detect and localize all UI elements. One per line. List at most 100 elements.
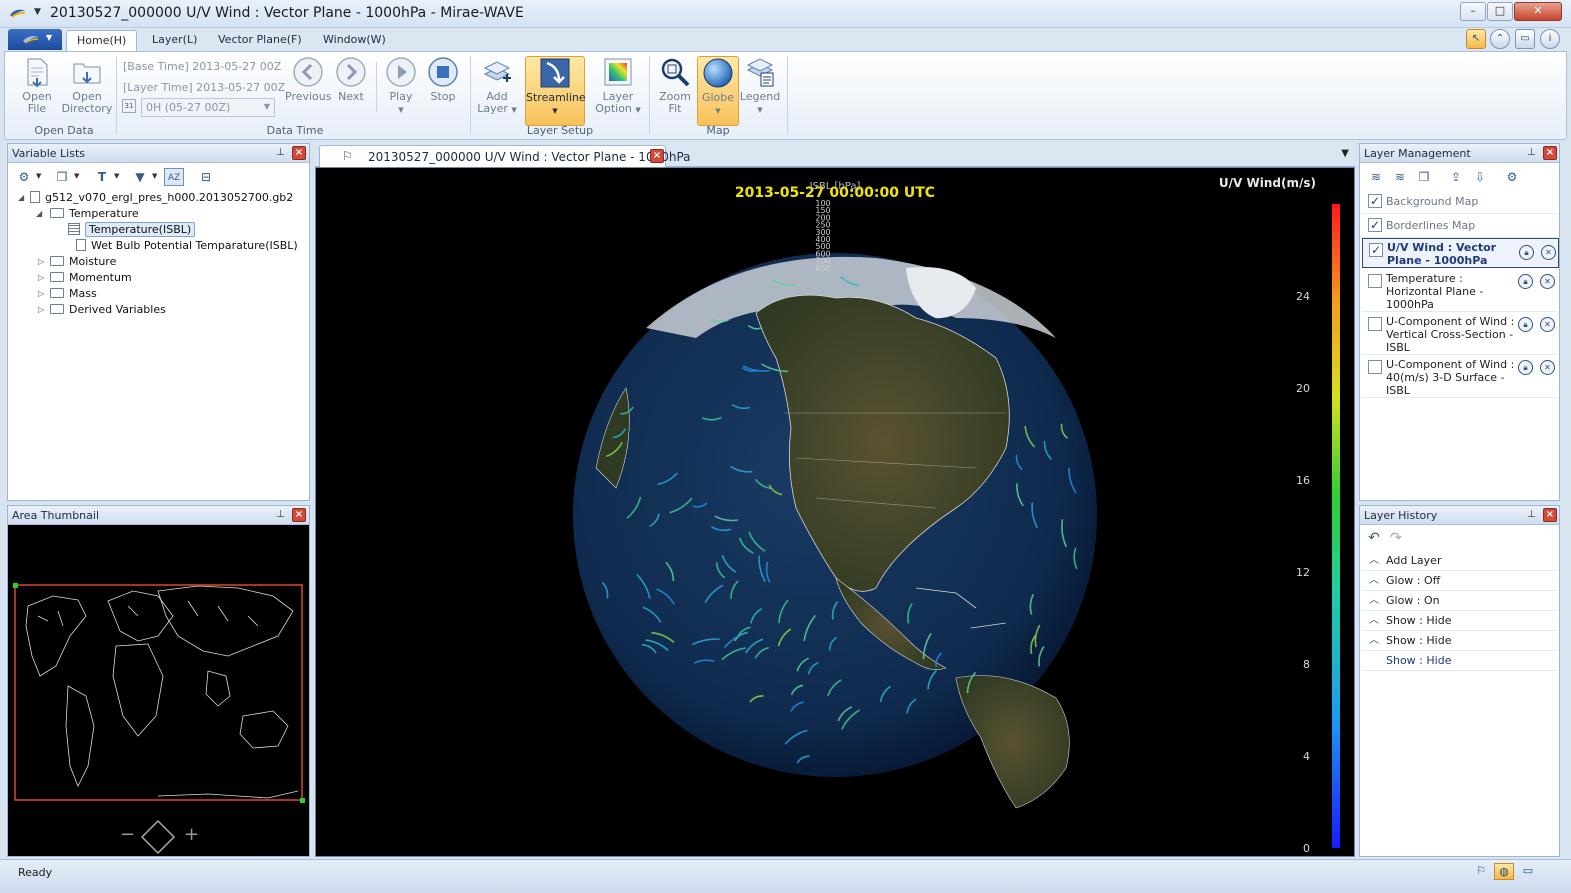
close-panel-button[interactable]: ×	[1543, 508, 1557, 522]
lock-icon[interactable]: 🔒︎	[1518, 360, 1533, 375]
lock-icon[interactable]: 🔒︎	[1519, 245, 1534, 260]
history-item[interactable]: ︿ Glow : Off	[1362, 571, 1557, 591]
pin-icon[interactable]: ⊥	[1527, 509, 1536, 520]
close-panel-button[interactable]: ×	[1543, 146, 1557, 160]
layer-row-background-map[interactable]: ✓ Background Map	[1362, 190, 1557, 214]
layer-row-u-wind-3d-surface[interactable]: U-Component of Wind : 40(m/s) 3-D Surfac…	[1362, 356, 1557, 398]
remove-layer-icon[interactable]: ✕	[1540, 274, 1555, 289]
tree-folder-momentum[interactable]: ▷ Momentum	[36, 270, 132, 286]
collapse-icon[interactable]: ◢	[18, 190, 24, 206]
layer-visibility-checkbox[interactable]	[1368, 360, 1382, 374]
layer-visibility-checkbox[interactable]: ✓	[1368, 218, 1382, 232]
tree-file-node[interactable]: ◢ g512_v070_ergl_pres_h000.2013052700.gb…	[18, 190, 293, 206]
pin-icon[interactable]: ⊥	[276, 509, 285, 520]
info-icon[interactable]: i	[1540, 29, 1560, 49]
history-item[interactable]: ︿ Show : Hide	[1362, 611, 1557, 631]
maximize-button[interactable]: □	[1487, 2, 1513, 21]
layer-row-uv-wind[interactable]: ✓ U/V Wind : Vector Plane - 1000hPa 🔒︎ ✕	[1362, 238, 1559, 268]
zoom-fit-button[interactable]: Zoom Fit	[653, 56, 697, 126]
globe-viewport[interactable]: 2013-05-27 00:00:00 UTC ISBL [hPa] 100 15…	[315, 167, 1355, 857]
tree-folder-derived-variables[interactable]: ▷ Derived Variables	[36, 302, 166, 318]
expand-icon[interactable]: ▷	[38, 254, 44, 270]
document-tab[interactable]: ⚐ 20130527_000000 U/V Wind : Vector Plan…	[319, 145, 691, 167]
layer-settings-icon[interactable]: ⚙	[1502, 168, 1522, 186]
close-panel-button[interactable]: ×	[292, 508, 306, 522]
expand-icon[interactable]: ▷	[38, 270, 44, 286]
layer-copy-icon[interactable]: ❐	[1414, 168, 1434, 186]
viewport-handle[interactable]	[13, 583, 18, 588]
globe-scene[interactable]: 2013-05-27 00:00:00 UTC ISBL [hPa] 10015…	[316, 168, 1354, 856]
expand-icon[interactable]: ▷	[38, 286, 44, 302]
filter-icon[interactable]: ▼	[130, 168, 150, 186]
chevron-down-icon[interactable]: ▼	[114, 172, 119, 180]
history-item[interactable]: ︿ Show : Hide	[1362, 631, 1557, 651]
play-button[interactable]: Play ▼	[381, 56, 421, 126]
remove-layer-icon[interactable]: ✕	[1540, 360, 1555, 375]
tree-folder-mass[interactable]: ▷ Mass	[36, 286, 97, 302]
tree-folder-moisture[interactable]: ▷ Moisture	[36, 254, 116, 270]
streamline-button[interactable]: Streamline ▼	[525, 56, 586, 126]
text-format-icon[interactable]: T	[92, 168, 112, 186]
lock-icon[interactable]: 🔒︎	[1518, 317, 1533, 332]
application-menu-button[interactable]: ▼	[8, 29, 62, 50]
close-window-button[interactable]: ✕	[1514, 2, 1562, 21]
stop-button[interactable]: Stop	[423, 56, 463, 126]
tab-layer[interactable]: Layer(L)	[142, 30, 207, 51]
history-item[interactable]: ︿ Glow : On	[1362, 591, 1557, 611]
chevron-down-icon[interactable]: ▼	[74, 172, 79, 180]
layer-row-u-wind-cross-section[interactable]: U-Component of Wind : Vertical Cross-Sec…	[1362, 313, 1557, 355]
tree-variable-wet-bulb[interactable]: Wet Bulb Potential Temparature(ISBL)	[76, 238, 298, 254]
pan-direction-icon[interactable]	[140, 819, 176, 855]
thumbnail-world-map[interactable]	[8, 526, 309, 856]
pin-icon[interactable]: ⊥	[1527, 147, 1536, 158]
tree-folder-temperature[interactable]: ◢ Temperature	[36, 206, 139, 222]
calendar-icon[interactable]: 31	[122, 99, 136, 113]
legend-button[interactable]: Legend ▼	[739, 56, 781, 126]
collapse-ribbon-icon[interactable]: ⌃	[1490, 29, 1510, 49]
clear-filter-icon[interactable]: ⊟	[196, 168, 216, 186]
next-button[interactable]: Next	[331, 56, 371, 126]
viewport-handle[interactable]	[300, 798, 305, 803]
pointer-mode-icon[interactable]: ↖	[1466, 29, 1486, 49]
undo-icon[interactable]: ↶	[1364, 529, 1384, 547]
layer-move-up-icon[interactable]: ⇪	[1446, 168, 1466, 186]
layer-visibility-checkbox[interactable]	[1368, 274, 1382, 288]
pin-icon[interactable]: ⊥	[276, 147, 285, 158]
sort-az-icon[interactable]: AZ	[164, 168, 184, 186]
history-item-current[interactable]: Show : Hide	[1362, 651, 1557, 671]
tree-variable-temperature-isbl[interactable]: Temperature(ISBL)	[68, 222, 196, 238]
open-file-button[interactable]: Open File	[15, 56, 59, 126]
tab-home[interactable]: Home(H)	[66, 30, 138, 51]
tab-vector-plane[interactable]: Vector Plane(F)	[208, 30, 312, 51]
tab-list-dropdown-icon[interactable]: ▼	[1341, 148, 1349, 159]
layer-move-down-icon[interactable]: ⇩	[1470, 168, 1490, 186]
remove-layer-icon[interactable]: ✕	[1540, 317, 1555, 332]
layer-option-button[interactable]: Layer Option ▼	[593, 56, 643, 126]
layer-row-borderlines-map[interactable]: ✓ Borderlines Map	[1362, 214, 1557, 238]
close-panel-button[interactable]: ×	[292, 146, 306, 160]
expand-icon[interactable]: ▷	[38, 302, 44, 318]
layer-row-temperature[interactable]: Temperature : Horizontal Plane - 1000hPa…	[1362, 270, 1557, 312]
time-step-select[interactable]: 0H (05-27 00Z) ▼	[141, 98, 275, 117]
redo-icon[interactable]: ↷	[1386, 529, 1406, 547]
chevron-down-icon[interactable]: ▼	[152, 172, 157, 180]
layer-visibility-checkbox[interactable]	[1368, 317, 1382, 331]
open-directory-button[interactable]: Open Directory	[61, 56, 113, 126]
layers-icon[interactable]: ≋	[1366, 168, 1386, 186]
close-document-button[interactable]: ×	[650, 149, 664, 163]
vector-plane-status-icon[interactable]: ⚐	[1471, 863, 1491, 880]
thumbnail-zoom-out-button[interactable]: −	[120, 824, 135, 845]
viewport-rect[interactable]	[14, 584, 303, 801]
copy-icon[interactable]: ❐	[52, 168, 72, 186]
chevron-down-icon[interactable]: ▼	[36, 172, 41, 180]
minimize-button[interactable]: –	[1460, 2, 1486, 21]
add-layer-button[interactable]: Add Layer ▼	[475, 56, 519, 126]
quick-access-dropdown-icon[interactable]: ▼	[34, 7, 41, 17]
panel-toggle-icon[interactable]: ▭	[1518, 863, 1538, 880]
layer-stack-icon[interactable]: ≋	[1390, 168, 1410, 186]
history-item[interactable]: ︿ Add Layer	[1362, 551, 1557, 571]
remove-layer-icon[interactable]: ✕	[1541, 245, 1556, 260]
tab-window[interactable]: Window(W)	[313, 30, 396, 51]
previous-button[interactable]: Previous	[285, 56, 332, 126]
layer-visibility-checkbox[interactable]: ✓	[1369, 243, 1383, 257]
